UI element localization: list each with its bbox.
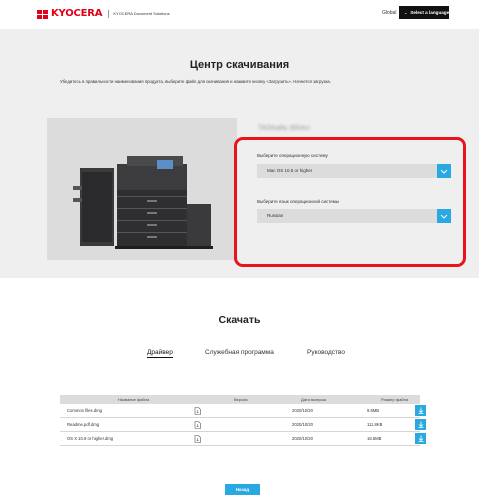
file-icon (194, 435, 201, 443)
download-button[interactable] (415, 419, 426, 430)
highlight-box (234, 137, 466, 267)
file-icon (194, 407, 201, 415)
logo-subtitle: KYOCERA Document Solutions (113, 11, 170, 16)
kyocera-logo-mark (37, 9, 49, 19)
product-image (47, 118, 237, 260)
file-name: Common files.dmg (67, 408, 102, 413)
column-header-size: Размер файла (381, 397, 409, 402)
product-name: TASKalfa 3554ci (258, 125, 310, 132)
file-size: 9.6MB (367, 408, 380, 413)
download-button[interactable] (415, 433, 426, 444)
column-header-name: Название файла (118, 397, 150, 402)
logo-divider (108, 10, 110, 18)
file-icon (194, 421, 201, 429)
file-date: 2020/10/20 (292, 436, 313, 441)
page-description: Убедитесь в правильности наименования пр… (60, 79, 332, 84)
column-header-date: Дата выпуска (301, 397, 327, 402)
select-language-button[interactable]: ⌄ Select a language (399, 6, 449, 19)
download-center-hero: Центр скачивания Убедитесь в правильност… (0, 29, 479, 278)
global-link[interactable]: Global (382, 9, 396, 17)
file-date: 2020/10/20 (292, 422, 313, 427)
download-title: Скачать (218, 314, 261, 326)
select-language-label: Select a language (410, 10, 450, 15)
table-row: Common files.dmg 2020/10/20 9.6MB (60, 404, 426, 418)
file-table: Название файла Версия Дата выпуска Разме… (60, 395, 426, 446)
page-title: Центр скачивания (189, 59, 290, 71)
table-header: Название файла Версия Дата выпуска Разме… (60, 395, 420, 404)
tab-driver[interactable]: Драйвер (147, 349, 173, 358)
site-header: KYOCERA KYOCERA Document Solutions Globa… (0, 0, 479, 28)
file-name: OS X 10.9 or higher.dmg (67, 436, 114, 441)
tab-utility[interactable]: Служебная программа (205, 349, 274, 356)
table-row: Readme.pdf.dmg 2020/10/20 111.8KB (60, 418, 426, 432)
logo-text: KYOCERA (51, 8, 103, 19)
file-size: 18.6MB (367, 436, 382, 441)
download-icon (418, 435, 423, 442)
back-button[interactable]: Назад (225, 484, 260, 495)
kyocera-logo[interactable]: KYOCERA KYOCERA Document Solutions (37, 9, 170, 19)
table-row: OS X 10.9 or higher.dmg 2020/10/20 18.6M… (60, 432, 426, 446)
file-name: Readme.pdf.dmg (67, 422, 100, 427)
download-icon (418, 407, 423, 414)
tab-manual[interactable]: Руководство (307, 349, 345, 356)
download-icon (418, 421, 423, 428)
file-size: 111.8KB (367, 422, 383, 427)
download-button[interactable] (415, 405, 426, 416)
file-date: 2020/10/20 (292, 408, 313, 413)
chevron-down-icon: ⌄ (404, 10, 408, 15)
column-header-version: Версия (234, 397, 248, 402)
